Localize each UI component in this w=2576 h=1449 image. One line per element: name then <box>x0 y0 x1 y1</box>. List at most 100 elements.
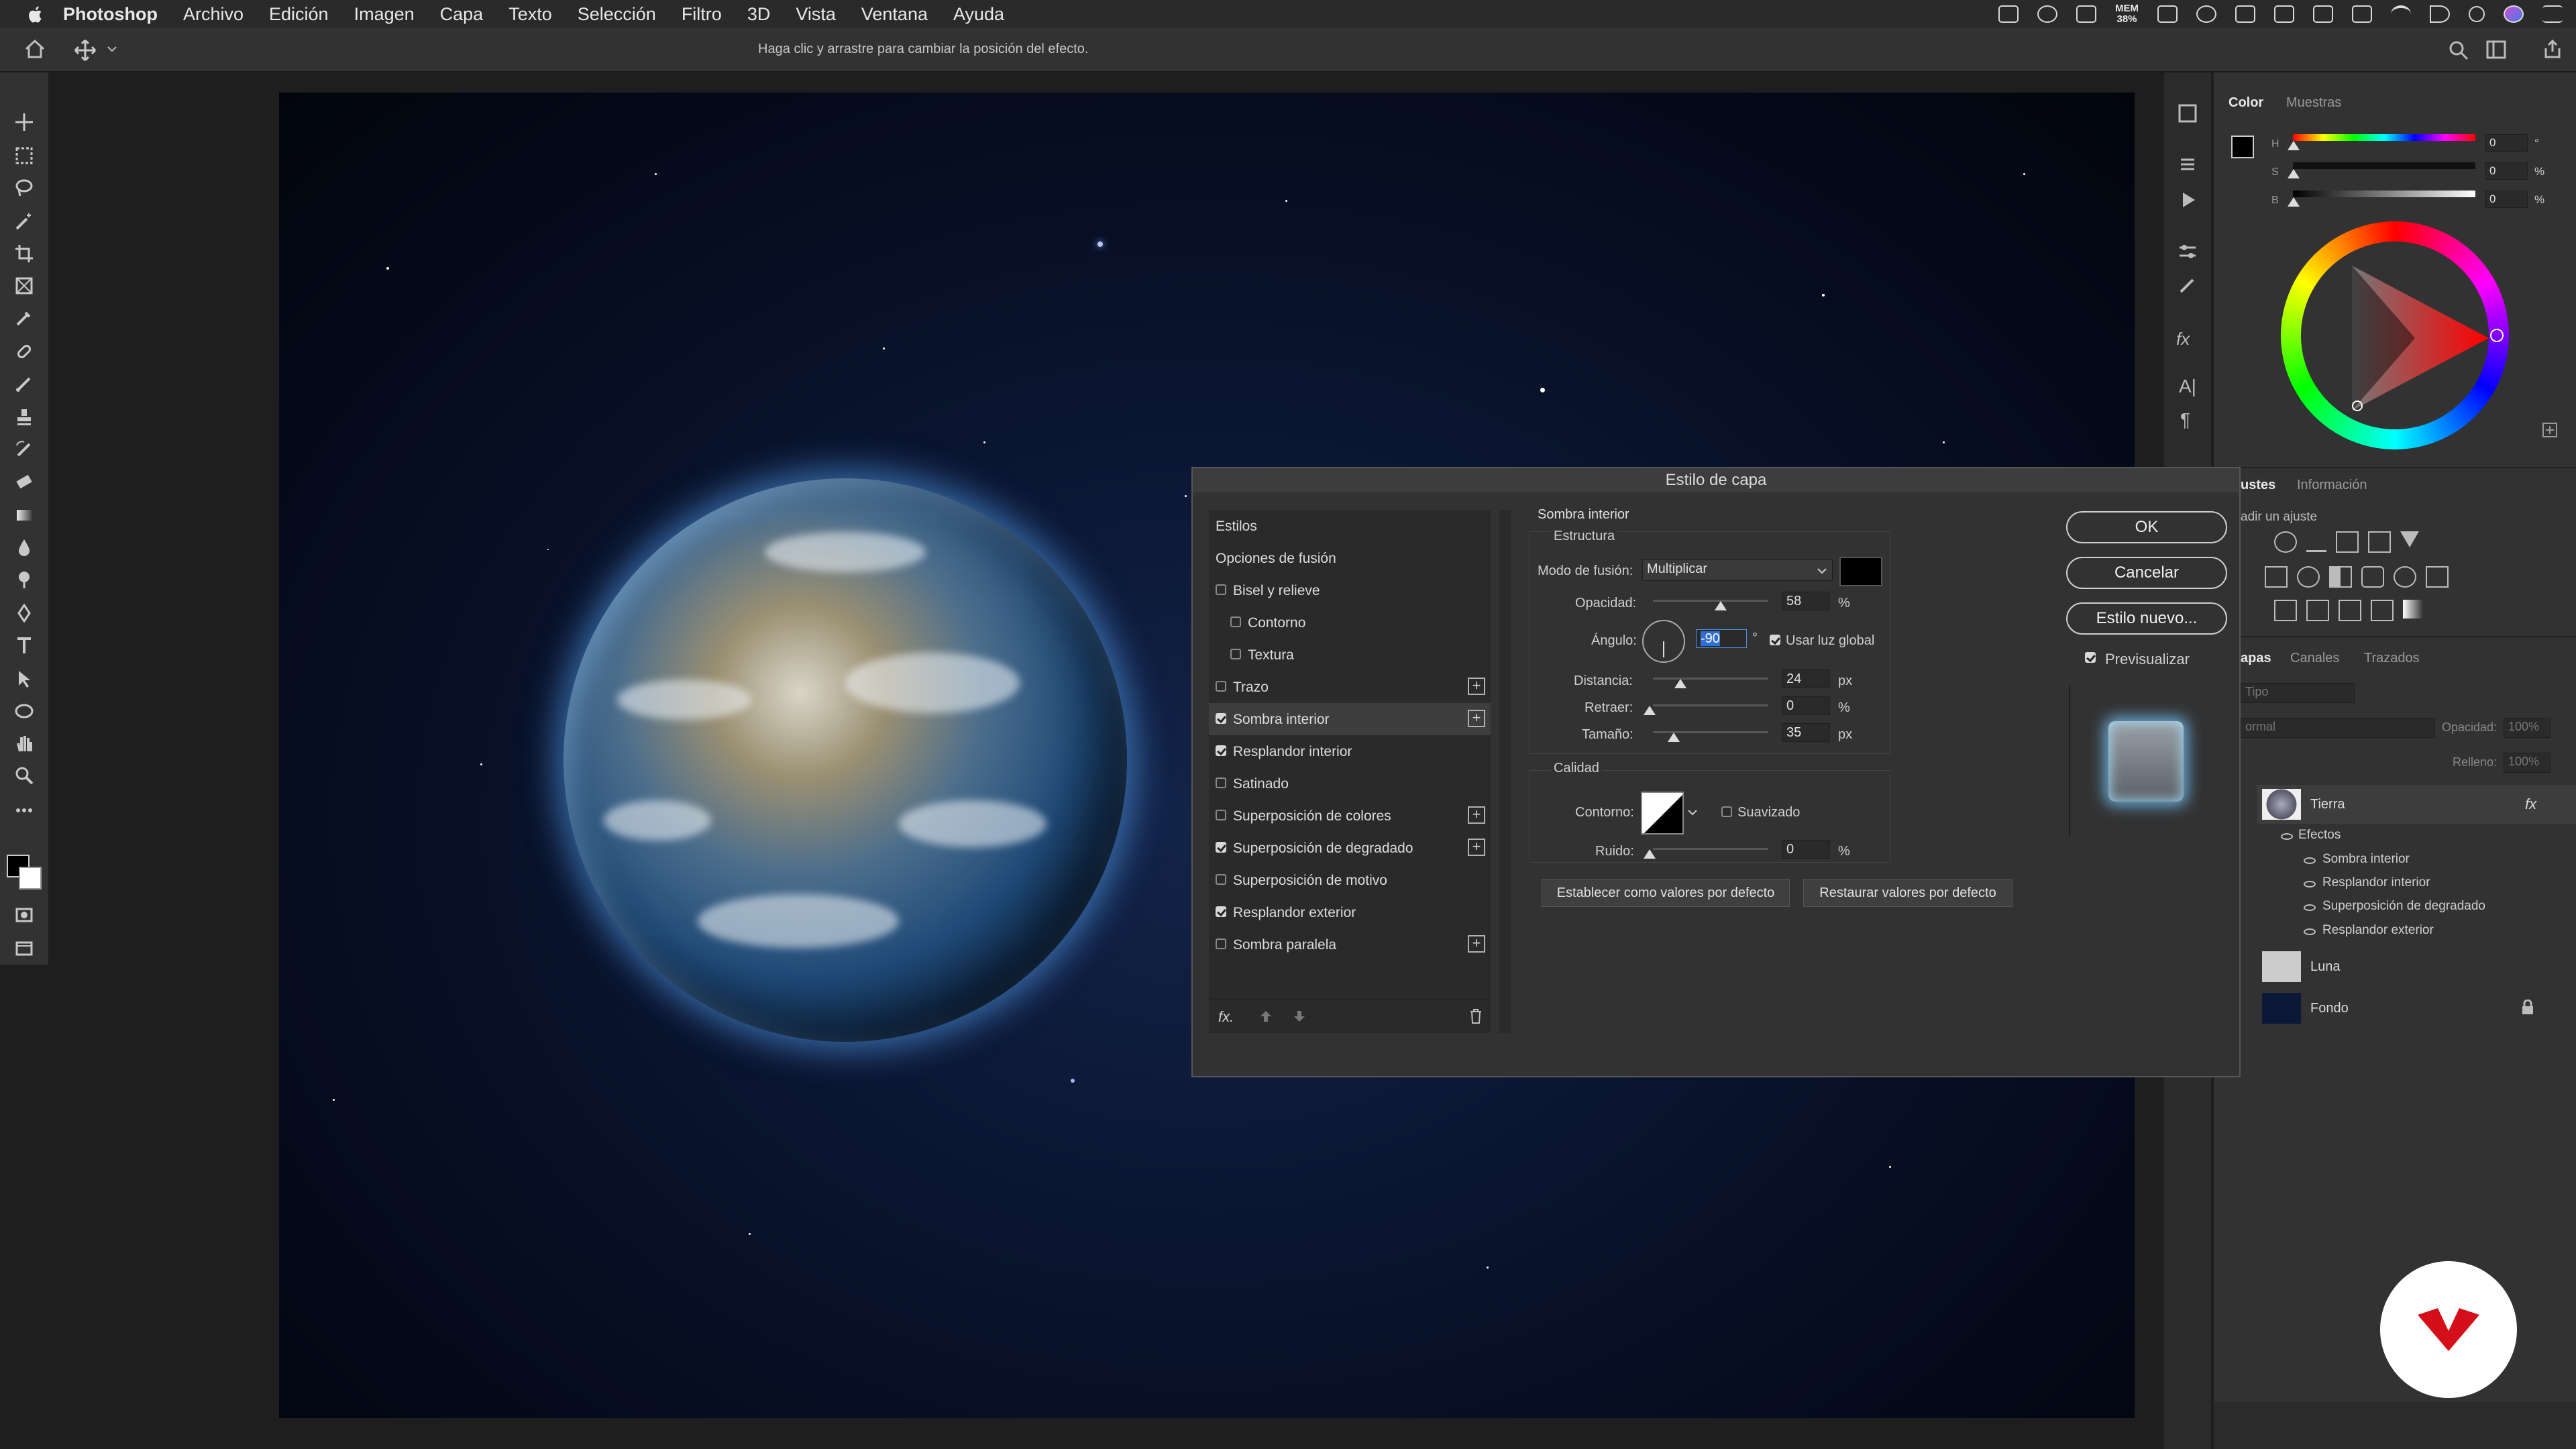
fx-menu-icon[interactable]: fx. <box>1218 1008 1234 1026</box>
crop-tool-icon[interactable] <box>15 244 34 263</box>
style-item[interactable]: Bisel y relieve <box>1209 574 1491 606</box>
tab-info[interactable]: Información <box>2297 478 2367 493</box>
eraser-tool-icon[interactable] <box>15 472 34 491</box>
style-checkbox[interactable] <box>1230 649 1241 659</box>
add-style-icon[interactable]: + <box>1468 935 1485 953</box>
style-checkbox[interactable] <box>1216 584 1226 595</box>
styles-header[interactable]: Estilos <box>1209 510 1491 542</box>
healing-brush-icon[interactable] <box>15 342 34 361</box>
hand-tool-icon[interactable] <box>15 734 34 753</box>
status-icon-3[interactable] <box>2157 5 2178 23</box>
style-checkbox[interactable] <box>1216 906 1226 917</box>
style-checkbox[interactable] <box>1216 938 1226 949</box>
style-item[interactable]: Contorno <box>1209 606 1491 639</box>
invert-icon[interactable] <box>2274 600 2297 621</box>
style-item[interactable]: Textura <box>1209 639 1491 671</box>
noise-slider[interactable] <box>1653 848 1768 850</box>
frame-tool-icon[interactable] <box>15 276 34 295</box>
menu-texto[interactable]: Texto <box>508 4 552 25</box>
exposure-icon[interactable] <box>2368 531 2391 553</box>
tab-color[interactable]: Color <box>2229 95 2263 111</box>
opacity-slider-thumb[interactable] <box>1715 601 1727 610</box>
styles-scrollbar[interactable] <box>1499 510 1511 1033</box>
status-icon-5[interactable] <box>2235 5 2255 23</box>
color-balance-icon[interactable] <box>2297 566 2320 588</box>
style-item[interactable]: Trazo + <box>1209 671 1491 703</box>
levels-icon[interactable] <box>2306 531 2326 552</box>
eyedropper-icon[interactable] <box>15 309 34 327</box>
photo-filter-icon[interactable] <box>2361 566 2384 588</box>
quick-mask-icon[interactable] <box>15 906 34 924</box>
styles-panel-icon[interactable]: fx <box>2176 329 2190 350</box>
style-item[interactable]: Resplandor interior <box>1209 735 1491 767</box>
tab-adjustments[interactable]: ustes <box>2241 478 2275 493</box>
chevron-down-icon[interactable] <box>1688 809 1697 816</box>
channel-mixer-icon[interactable] <box>2394 566 2416 588</box>
style-item[interactable]: Resplandor exterior <box>1209 896 1491 928</box>
status-icon-6[interactable] <box>2274 5 2294 23</box>
background-color-swatch[interactable] <box>19 867 42 890</box>
trash-icon[interactable] <box>1469 1008 1483 1024</box>
style-item[interactable]: Superposición de colores + <box>1209 800 1491 832</box>
status-icon-1[interactable] <box>1998 5 2019 23</box>
layer-row-fondo[interactable]: Fondo <box>2257 989 2576 1028</box>
menu-ventana[interactable]: Ventana <box>861 4 928 25</box>
layer-filter-select[interactable]: Tipo <box>2241 683 2355 703</box>
type-tool-icon[interactable] <box>15 636 34 655</box>
move-tool-icon[interactable] <box>74 39 97 62</box>
style-item[interactable]: Superposición de degradado + <box>1209 832 1491 864</box>
style-item[interactable]: Sombra paralela + <box>1209 928 1491 961</box>
add-style-icon[interactable]: + <box>1468 710 1485 727</box>
cancel-button[interactable]: Cancelar <box>2066 557 2227 589</box>
style-checkbox[interactable] <box>1216 810 1226 820</box>
tab-swatches[interactable]: Muestras <box>2286 95 2341 111</box>
menu-app[interactable]: Photoshop <box>63 4 158 25</box>
arrow-down-icon[interactable] <box>1293 1010 1305 1023</box>
color-wheel[interactable] <box>2281 221 2509 449</box>
layer-row-luna[interactable]: Luna <box>2257 947 2576 986</box>
move-tool-icon[interactable] <box>15 113 34 131</box>
search-icon[interactable] <box>2469 6 2485 22</box>
noise-slider-thumb[interactable] <box>1644 849 1656 859</box>
add-style-icon[interactable]: + <box>1468 678 1485 695</box>
style-checkbox[interactable] <box>1216 874 1226 885</box>
contour-picker[interactable] <box>1641 792 1684 835</box>
style-checkbox[interactable] <box>1216 713 1226 724</box>
timemachine-icon[interactable] <box>2352 5 2372 23</box>
global-light-checkbox[interactable] <box>1770 635 1780 645</box>
style-item[interactable]: Superposición de motivo <box>1209 864 1491 896</box>
style-checkbox[interactable] <box>1230 616 1241 627</box>
tab-layers[interactable]: apas <box>2241 651 2271 666</box>
effect-row[interactable]: Resplandor exterior <box>2304 923 2434 938</box>
properties-panel-icon[interactable] <box>2178 154 2198 174</box>
blend-mode-select[interactable]: Multiplicar <box>1642 559 1833 581</box>
wifi-icon[interactable] <box>2391 5 2411 23</box>
control-center-icon[interactable] <box>2542 5 2563 23</box>
layer-opacity-field[interactable]: 100% <box>2504 718 2551 738</box>
ok-button[interactable]: OK <box>2066 511 2227 543</box>
path-selection-icon[interactable] <box>15 669 34 688</box>
airplay-icon[interactable] <box>2313 5 2333 23</box>
angle-field[interactable]: -90 <box>1696 629 1747 648</box>
hue-slider[interactable] <box>2293 134 2475 141</box>
home-icon[interactable] <box>24 39 46 59</box>
menu-ayuda[interactable]: Ayuda <box>953 4 1004 25</box>
saturation-slider[interactable] <box>2293 162 2475 169</box>
workspace-icon[interactable] <box>2486 40 2506 59</box>
choke-field[interactable]: 0 <box>1782 696 1830 715</box>
lasso-tool-icon[interactable] <box>15 178 34 197</box>
menu-edicion[interactable]: Edición <box>269 4 329 25</box>
brush-panel-icon[interactable] <box>2178 275 2198 295</box>
menu-archivo[interactable]: Archivo <box>183 4 244 25</box>
volume-icon[interactable] <box>2430 5 2450 23</box>
choke-slider[interactable] <box>1653 704 1768 706</box>
actions-play-icon[interactable] <box>2179 191 2198 209</box>
dodge-tool-icon[interactable] <box>15 570 34 589</box>
style-checkbox[interactable] <box>1216 745 1226 756</box>
threshold-icon[interactable] <box>2339 600 2361 621</box>
gradient-map-icon[interactable] <box>2403 600 2423 619</box>
distance-slider-thumb[interactable] <box>1674 679 1686 688</box>
menu-vista[interactable]: Vista <box>796 4 836 25</box>
history-brush-icon[interactable] <box>15 440 34 459</box>
brightness-slider[interactable] <box>2293 191 2475 197</box>
